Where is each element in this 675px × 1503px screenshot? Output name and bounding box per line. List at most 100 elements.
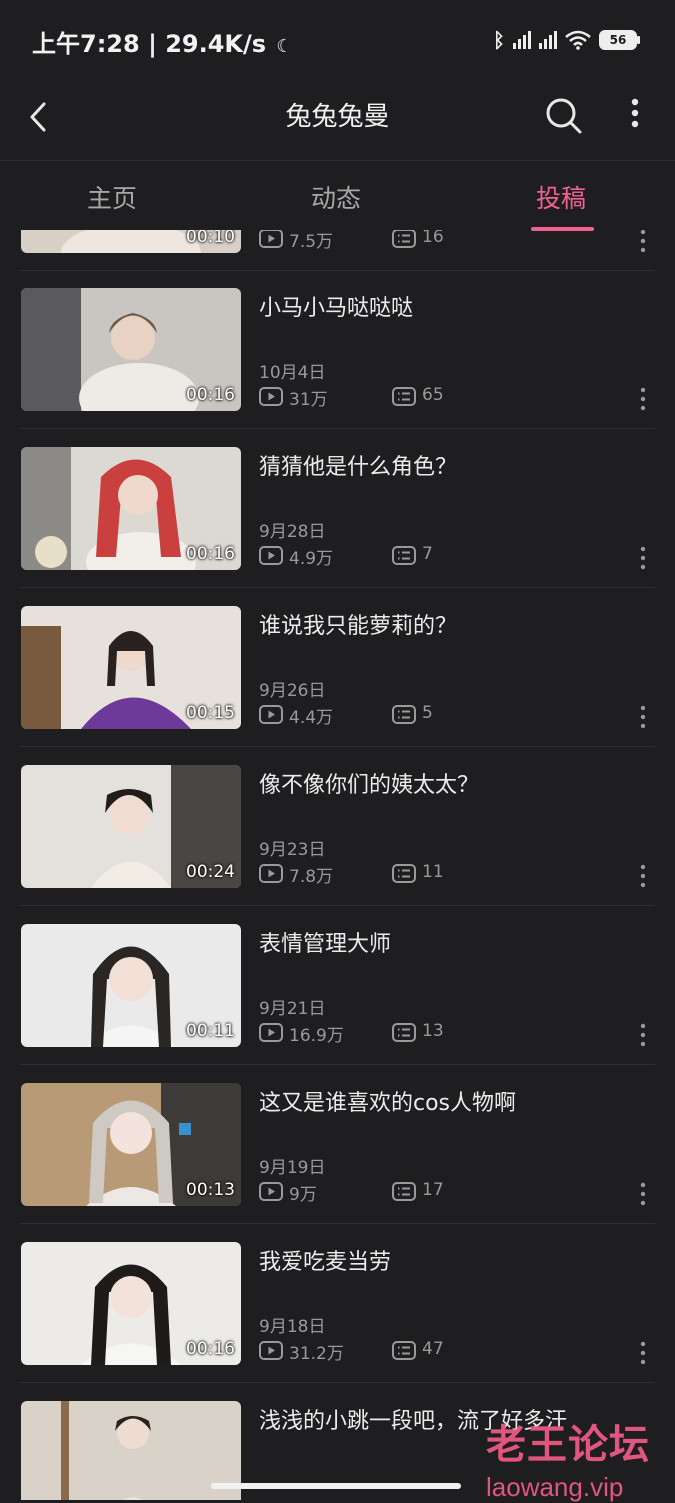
search-button[interactable] [540,92,588,140]
video-title[interactable]: 猜猜他是什么角色？ [259,449,457,481]
tab-bar: 主页 动态 投稿 [0,160,675,231]
bluetooth-icon: ᛒ [493,28,505,52]
play-count-icon [259,1182,283,1201]
signal-icon-2 [539,31,557,49]
danmaku-count: 17 [422,1180,444,1200]
video-thumbnail[interactable]: 00:16 [21,288,241,411]
video-duration: 00:11 [186,1021,235,1041]
danmaku-count: 65 [422,385,444,405]
view-count: 16.9万 [289,1026,344,1046]
item-more-icon[interactable] [634,704,652,730]
item-more-icon[interactable] [634,545,652,571]
view-count: 4.4万 [289,708,334,728]
status-left: 上午7:28 | 29.4K/s ☾ [32,24,293,59]
view-count: 4.9万 [289,549,334,569]
wifi-icon [565,30,591,50]
video-title[interactable]: 小马小马哒哒哒 [259,290,413,322]
video-thumbnail[interactable]: 00:16 [21,447,241,570]
tab-dynamics[interactable]: 动态 [311,179,361,215]
view-count: 31.2万 [289,1344,344,1364]
video-title[interactable]: 这又是谁喜欢的cos人物啊 [259,1085,516,1117]
danmaku-count: 7 [422,544,433,564]
danmaku-count: 47 [422,1339,444,1359]
watermark: 老王论坛 laowang.vip [486,1412,656,1503]
home-indicator[interactable] [211,1483,461,1489]
list-item[interactable]: 00:24 像不像你们的姨太太？ 9月23日 7.8万 11 [0,747,675,906]
signal-icon [513,31,531,49]
video-date: 9月28日 [259,522,326,542]
battery-icon: 56 [599,30,640,50]
item-more-icon[interactable] [634,386,652,412]
video-duration: 00:13 [186,1180,235,1200]
video-title[interactable]: 谁说我只能萝莉的？ [259,608,457,640]
video-date: 9月18日 [259,1317,326,1337]
list-item[interactable]: 00:16 小马小马哒哒哒 10月4日 31万 65 [0,270,675,429]
play-count-icon [259,864,283,883]
video-thumbnail[interactable]: 00:15 [21,606,241,729]
view-count: 31万 [289,390,328,410]
item-more-icon[interactable] [634,1022,652,1048]
list-item[interactable]: 00:16 我爱吃麦当劳 9月18日 31.2万 47 [0,1224,675,1383]
danmaku-icon [392,864,416,883]
video-title[interactable]: 我爱吃麦当劳 [259,1244,391,1276]
danmaku-count: 11 [422,862,444,882]
video-duration: 00:15 [186,703,235,723]
item-more-icon[interactable] [634,230,652,254]
danmaku-count: 5 [422,703,433,723]
play-count-icon [259,1341,283,1360]
video-title[interactable]: 表情管理大师 [259,926,391,958]
play-count-icon [259,705,283,724]
video-date: 9月23日 [259,840,326,860]
item-more-icon[interactable] [634,1340,652,1366]
danmaku-icon [392,546,416,565]
view-count: 7.8万 [289,867,334,887]
video-duration: 00:10 [186,230,235,247]
video-thumbnail[interactable]: 00:24 [21,765,241,888]
search-icon [546,98,582,134]
status-separator: | [148,30,166,58]
item-more-icon[interactable] [634,863,652,889]
video-list[interactable]: 00:10 7.5万 16 00:16 小马小马哒哒哒 10月4日 31万 65 [0,230,675,1500]
play-count-icon [259,546,283,565]
play-count-icon [259,387,283,406]
tab-submissions[interactable]: 投稿 [536,179,586,215]
video-date: 9月26日 [259,681,326,701]
play-count-icon [259,1023,283,1042]
danmaku-icon [392,1341,416,1360]
danmaku-icon [392,1182,416,1201]
video-duration: 00:16 [186,1339,235,1359]
list-item[interactable]: 00:16 猜猜他是什么角色？ 9月28日 4.9万 7 [0,429,675,588]
tab-home[interactable]: 主页 [87,179,137,215]
danmaku-icon [392,705,416,724]
video-thumbnail[interactable]: 00:16 [21,1242,241,1365]
list-item[interactable]: 00:15 谁说我只能萝莉的？ 9月26日 4.4万 5 [0,588,675,747]
video-thumbnail[interactable]: 00:10 [21,230,241,253]
video-date: 9月19日 [259,1158,326,1178]
status-icons: ᛒ 56 [493,28,640,52]
list-item[interactable]: 00:13 这又是谁喜欢的cos人物啊 9月19日 9万 17 [0,1065,675,1224]
moon-icon: ☾ [276,36,293,57]
network-speed: 29.4K/s [165,30,267,58]
video-thumbnail[interactable]: 00:13 [21,1083,241,1206]
video-duration: 00:24 [186,862,235,882]
video-title[interactable]: 像不像你们的姨太太？ [259,767,479,799]
video-duration: 00:16 [186,544,235,564]
app-bar: 兔兔兔曼 [0,80,675,160]
video-thumbnail[interactable]: 00:11 [21,924,241,1047]
list-item[interactable]: 00:10 7.5万 16 [0,230,675,271]
view-count: 9万 [289,1185,317,1205]
watermark-name: 老王论坛 [486,1422,650,1468]
view-count: 7.5万 [289,232,334,252]
more-button[interactable] [618,94,652,142]
danmaku-icon [392,230,416,248]
play-count-icon [259,230,283,248]
more-icon [631,98,639,128]
video-duration: 00:16 [186,385,235,405]
item-more-icon[interactable] [634,1181,652,1207]
watermark-url: laowang.vip [486,1472,624,1502]
video-date: 9月21日 [259,999,326,1019]
video-thumbnail[interactable] [21,1401,241,1500]
danmaku-icon [392,1023,416,1042]
danmaku-icon [392,387,416,406]
list-item[interactable]: 00:11 表情管理大师 9月21日 16.9万 13 [0,906,675,1065]
